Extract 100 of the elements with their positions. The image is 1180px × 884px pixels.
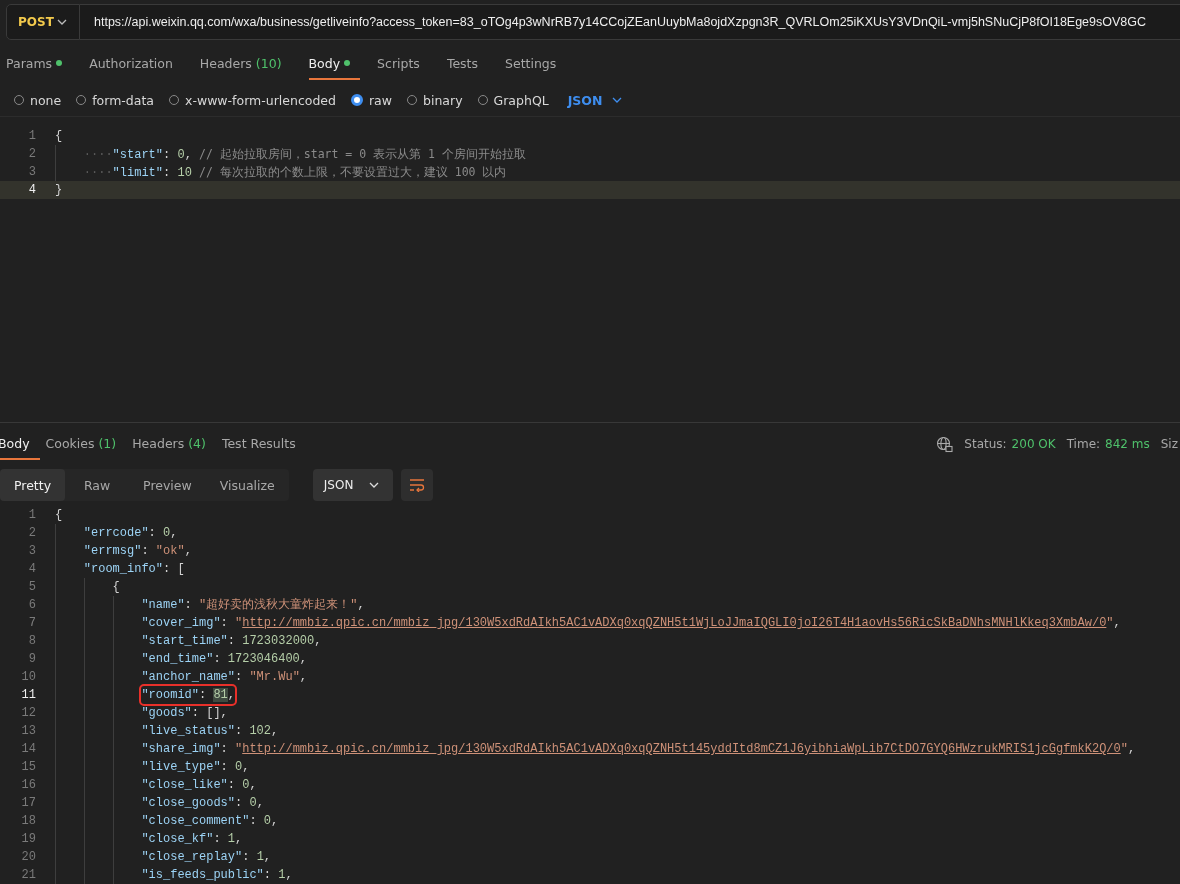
json-punctuation: , [299, 670, 308, 684]
json-punctuation: : [227, 778, 235, 792]
format-dropdown[interactable]: JSON [312, 469, 394, 501]
json-number: 1 [256, 850, 264, 864]
body-type-radio[interactable]: x-www-form-urlencoded [169, 92, 336, 108]
format-dropdown[interactable]: JSON [567, 92, 623, 108]
json-number: 81 [213, 688, 228, 702]
line-number: 1 [27, 129, 37, 143]
request-tab[interactable]: Authorization [89, 48, 183, 80]
line-number: 19 [20, 832, 37, 846]
json-punctuation: : [163, 562, 171, 576]
json-number: 0 [263, 814, 272, 828]
request-tab[interactable]: Body [308, 48, 361, 80]
json-punctuation: : [141, 544, 149, 558]
url-field[interactable]: https://api.weixin.qq.com/wxa/business/getliveinfo?access_token=83_oTOg4p3wNrRB7y14CCojZEanUuybMa8ojdXzpgn3R_QVRLOm25iKXUsY3VDnQiL-vmj5hSNuCjP8fOI18Ege9sOV8GC [80, 4, 1180, 40]
globe-icon[interactable] [936, 435, 954, 453]
json-punctuation: , [299, 652, 308, 666]
body-type-radio[interactable]: form-data [76, 92, 154, 108]
json-string: " [235, 616, 243, 630]
json-punctuation: : [163, 166, 171, 180]
response-tab[interactable]: Cookies (1) [45, 428, 127, 460]
json-string: " [235, 742, 243, 756]
body-type-radio[interactable]: GraphQL [477, 92, 549, 108]
body-type-radio[interactable]: raw [351, 92, 392, 108]
json-punctuation: { [55, 129, 63, 143]
json-punctuation: : [184, 598, 192, 612]
json-key: "start" [112, 148, 164, 162]
json-punctuation: [], [206, 706, 228, 720]
request-tab[interactable]: Tests [446, 48, 488, 80]
line-number: 18 [20, 814, 37, 828]
wrap-lines-button[interactable] [401, 469, 434, 501]
json-punctuation: : [249, 814, 257, 828]
json-punctuation: } [55, 183, 63, 197]
view-mode-tab[interactable]: Raw [65, 469, 130, 501]
response-tab[interactable]: Test Results [221, 428, 306, 460]
response-tab[interactable]: Headers (4) [132, 428, 216, 460]
line-number: 17 [20, 796, 37, 810]
json-key: "cover_img" [141, 616, 221, 630]
line-number: 12 [20, 706, 37, 720]
status-value[interactable]: 200 OK [1011, 437, 1056, 451]
line-number: 14 [20, 742, 37, 756]
json-number: 0 [177, 148, 185, 162]
url-link[interactable]: http://mmbiz.qpic.cn/mmbiz_jpg/130W5xdRdAIkh5AC1vADXq0xqQZNH5t145yddItd8mCZ1J6yibhiaWpLib7CtDO7GYQ6HWzrukMRIS1jcGgfmkK2Q/0 [242, 742, 1121, 756]
time-label: Time: [1066, 437, 1101, 451]
response-tab[interactable]: Body [0, 428, 40, 460]
request-body-editor[interactable]: 1 { 2 ····"start": 0, // 起始拉取房间，start = 0 表示从第 1 个房间开始拉取 3 ····"limit": 10 // 每次拉取的个数上限，不要设置过大，建议 100 以内 4 } [0, 116, 1180, 423]
json-punctuation: , [256, 796, 264, 810]
json-punctuation: : [242, 850, 250, 864]
request-tab[interactable]: Headers (10) [199, 48, 292, 80]
json-punctuation: : [213, 652, 221, 666]
method-dropdown[interactable]: POST [6, 4, 80, 40]
json-punctuation: : [220, 742, 228, 756]
line-number: 7 [27, 616, 37, 630]
view-mode-tab[interactable]: Pretty [0, 469, 66, 501]
whitespace-marker: ···· [83, 166, 113, 180]
json-punctuation: : [227, 634, 235, 648]
line-number: 10 [20, 670, 37, 684]
json-punctuation: { [112, 580, 120, 594]
json-key: "close_comment" [141, 814, 250, 828]
json-key: "close_goods" [141, 796, 235, 810]
view-mode-tab[interactable]: Visualize [205, 469, 289, 501]
line-number: 16 [20, 778, 37, 792]
json-number: 1723032000 [242, 634, 315, 648]
json-string: " [1120, 742, 1128, 756]
time-value[interactable]: 842 ms [1105, 437, 1150, 451]
json-punctuation: , [1113, 616, 1121, 630]
json-key: "end_time" [141, 652, 214, 666]
json-key: "name" [141, 598, 185, 612]
json-punctuation: : [235, 724, 243, 738]
json-punctuation: : [163, 148, 171, 162]
line-number: 2 [27, 526, 37, 540]
line-number: 20 [20, 850, 37, 864]
line-number: 3 [27, 544, 37, 558]
request-tab[interactable]: Scripts [377, 48, 430, 80]
json-punctuation: , [1127, 742, 1136, 756]
json-punctuation: : [235, 796, 243, 810]
json-number: 0 [163, 526, 171, 540]
body-type-radio[interactable]: none [14, 92, 62, 108]
line-number: 21 [20, 868, 37, 882]
json-number: 1 [227, 832, 235, 846]
json-number: 1723046400 [227, 652, 300, 666]
json-key: "is_feeds_public" [141, 868, 264, 882]
view-mode-tab[interactable]: Preview [129, 469, 206, 501]
json-punctuation: : [220, 616, 228, 630]
json-number: 0 [249, 796, 257, 810]
json-number: 0 [242, 778, 250, 792]
json-key: "goods" [141, 706, 192, 720]
request-tab[interactable]: Settings [505, 48, 567, 80]
json-string: "超好卖的浅秋大童炸起来！" [199, 598, 358, 612]
caret-icon [612, 97, 623, 103]
json-punctuation: , [170, 526, 178, 540]
line-number: 4 [27, 183, 37, 197]
line-number: 2 [27, 147, 37, 161]
url-link[interactable]: http://mmbiz.qpic.cn/mmbiz_jpg/130W5xdRdAIkh5AC1vADXq0xqQZNH5t1WjLoJJmaIQGLI0joI26T4H1aovHs56RicSkBaDNhsMNHlKkeq3XmbAw/0 [242, 616, 1107, 630]
body-type-radio[interactable]: binary [407, 92, 463, 108]
request-tab[interactable]: Params [6, 48, 73, 80]
line-number: 11 [20, 688, 37, 702]
json-key: "roomid" [141, 688, 199, 702]
json-key: "errmsg" [83, 544, 142, 558]
json-key: "anchor_name" [141, 670, 235, 684]
